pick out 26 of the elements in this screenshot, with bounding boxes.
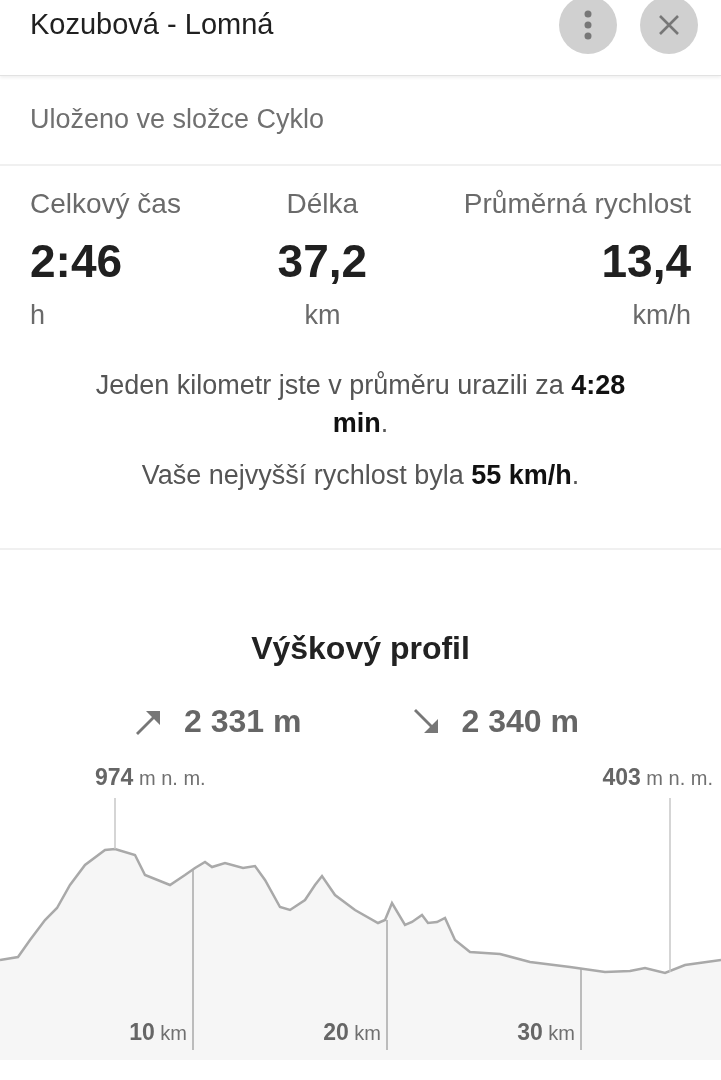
ascent-value: 2 331 m xyxy=(184,703,302,740)
stat-unit: km/h xyxy=(632,300,691,331)
marker-line xyxy=(114,798,116,849)
distance-label: 10 km xyxy=(129,1019,187,1046)
close-icon xyxy=(658,13,680,36)
stat-unit: km xyxy=(304,300,341,331)
stat-label: Celkový čas xyxy=(30,188,181,221)
distance-label: 30 km xyxy=(517,1019,575,1046)
distance-label: 20 km xyxy=(323,1019,381,1046)
stat-value: 37,2 xyxy=(277,234,368,289)
stat-label: Délka xyxy=(286,188,359,221)
elevation-label: 403 m n. m. xyxy=(602,764,713,791)
elevation-label: 974 m n. m. xyxy=(95,764,206,791)
descent-value: 2 340 m xyxy=(461,703,579,740)
stat-label: Průměrná rychlost xyxy=(463,188,691,221)
close-button[interactable] xyxy=(640,0,698,54)
stat-value: 2:46 xyxy=(30,234,124,289)
window-title: Kozubová - Lomná xyxy=(30,8,275,41)
stat-value: 13,4 xyxy=(601,234,691,289)
section-title: Výškový profil xyxy=(251,630,470,667)
summary-text: Vaše nejvyšší rychlost byla 55 km/h. xyxy=(141,459,580,492)
folder-note: Uloženo ve složce Cyklo xyxy=(0,76,721,166)
stat-unit: h xyxy=(30,300,47,331)
summary-text: Jeden kilometr jste v průměru urazili za 4:28 min. xyxy=(94,369,627,440)
more-icon xyxy=(584,9,592,40)
more-button[interactable] xyxy=(559,0,617,54)
